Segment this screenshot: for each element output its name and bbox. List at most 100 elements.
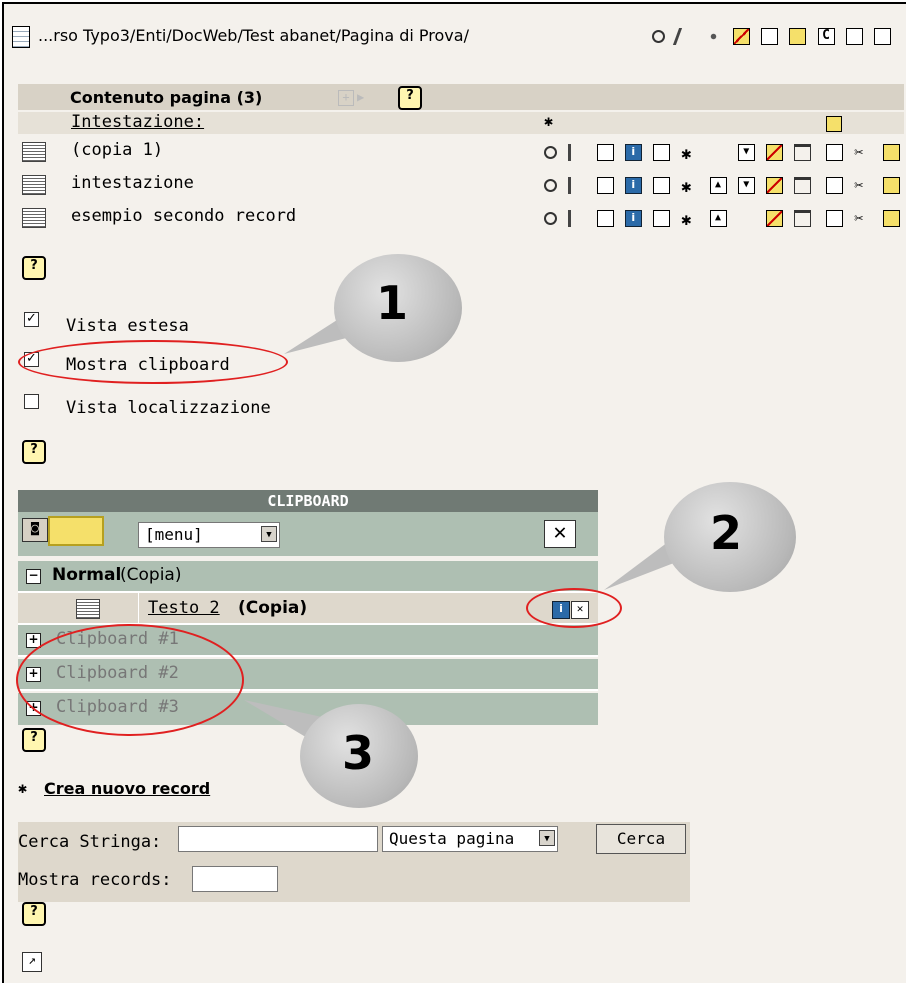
delete-icon[interactable] [794,209,812,227]
hide-icon[interactable] [766,143,783,161]
clipboard-toolbar [18,512,598,556]
copy-icon[interactable] [826,176,843,194]
paste-after-icon[interactable] [882,176,900,194]
new-record-icon[interactable]: ✱ [18,779,27,797]
clipboard-menu-select[interactable]: [menu] ▼ [138,522,280,548]
view-icon[interactable] [544,145,557,159]
move-icon[interactable] [596,209,614,227]
help-icon[interactable]: ? [398,86,422,110]
move-icon[interactable] [596,143,614,161]
paste-after-icon[interactable] [882,209,900,227]
new-record-icon[interactable]: ✱ [544,112,553,130]
clipboard-menu-value: [menu] [145,525,203,544]
edit-icon[interactable] [673,27,697,45]
record-actions-2: i ✱ ▲ ▼ [544,175,812,197]
history-icon[interactable] [653,143,670,161]
text-element-icon[interactable] [22,208,46,228]
create-record-link[interactable]: Crea nuovo record [44,779,210,798]
callout-number-2: 2 [710,506,743,560]
move-up-icon[interactable]: ▲ [709,176,727,194]
content-title: Contenuto pagina (3) [70,88,263,107]
info-icon[interactable]: i [624,176,642,194]
new-after-icon[interactable]: ✱ [681,177,698,197]
search-scope-select[interactable]: Questa pagina ▼ [382,826,558,852]
paste-after-icon[interactable] [882,143,900,161]
move-icon[interactable] [761,27,778,45]
hide-icon[interactable] [766,176,783,194]
clipboard-title: CLIPBOARD [18,490,598,512]
move-down-icon[interactable]: ▼ [737,176,755,194]
reload-icon[interactable] [874,27,891,45]
view-icon[interactable] [544,211,557,225]
edit-icon[interactable] [568,176,585,194]
edit-icon[interactable] [568,209,585,227]
info-icon[interactable]: i [624,209,642,227]
move-up-icon[interactable]: ▲ [709,209,727,227]
expand-icon[interactable]: + [338,90,354,106]
breadcrumb: ...rso Typo3/Enti/DocWeb/Test abanet/Pag… [38,26,469,45]
hide-icon[interactable] [766,209,783,227]
record-label[interactable]: intestazione [71,173,194,193]
divider [138,593,139,623]
view-icon[interactable] [652,29,665,43]
annotation-oval-3 [16,624,244,736]
clear-cache-icon[interactable]: C [817,27,835,45]
help-icon[interactable]: ? [22,256,46,280]
cut-icon[interactable]: ✂ [854,144,871,161]
sort-icon[interactable] [845,27,863,45]
record-label[interactable]: (copia 1) [71,140,163,160]
help-icon[interactable]: ? [22,440,46,464]
normal-label[interactable]: Normal [52,565,121,585]
text-element-icon[interactable] [22,142,46,162]
annotation-oval-2 [526,588,622,628]
extended-view-checkbox[interactable]: ✓ [24,312,39,327]
hide-icon[interactable] [732,27,750,45]
text-element-icon[interactable] [22,175,46,195]
localization-view-checkbox[interactable] [24,394,39,409]
clipboard-actions-3: ✂ [826,208,901,228]
move-icon[interactable] [596,176,614,194]
text-element-icon [76,599,100,619]
search-input[interactable] [178,826,378,852]
clipboard-item-title[interactable]: Testo 2 [148,598,220,618]
edit-icon[interactable] [568,143,585,161]
copy-mode-icon[interactable] [48,516,104,546]
view-icon[interactable] [544,178,557,192]
arrow-right-icon[interactable]: ▶ [357,90,364,104]
clipboard-item-row: Testo 2 (Copia) i ✕ [18,593,598,625]
history-icon[interactable] [653,176,670,194]
callout-number-1: 1 [376,276,409,330]
record-label[interactable]: esempio secondo record [71,206,296,226]
delete-icon[interactable] [794,176,812,194]
delete-icon[interactable] [794,143,812,161]
records-label: Mostra records: [18,870,172,890]
copy-icon[interactable] [826,209,843,227]
localization-view-label: Vista localizzazione [66,398,271,418]
new-icon[interactable] [704,27,722,45]
help-icon[interactable]: ? [22,728,46,752]
chevron-down-icon: ▼ [539,830,555,846]
cut-icon[interactable]: ✂ [854,177,871,194]
clipboard-actions-2: ✂ [826,175,901,195]
records-input[interactable] [192,866,278,892]
copy-icon[interactable] [826,143,843,161]
open-window-icon[interactable]: ↗ [22,952,42,972]
new-after-icon[interactable]: ✱ [681,144,698,164]
help-icon[interactable]: ? [22,902,46,926]
info-icon[interactable]: i [624,143,642,161]
clear-clipboard-button[interactable]: ✕ [544,520,576,548]
collapse-icon[interactable]: − [26,569,41,584]
normal-suffix: (Copia) [120,565,182,585]
column-header-label[interactable]: Intestazione: [71,112,204,132]
cut-icon[interactable]: ✂ [854,210,871,227]
search-button[interactable]: Cerca [596,824,686,854]
new-after-icon[interactable]: ✱ [681,210,698,230]
camera-icon[interactable]: ◙ [22,518,48,542]
paste-icon[interactable] [826,116,842,132]
clipboard-actions-1: ✂ [826,142,901,162]
clipboard-icon[interactable] [789,27,807,45]
clipboard-item-suffix: (Copia) [238,598,308,618]
history-icon[interactable] [653,209,670,227]
move-down-icon[interactable]: ▼ [737,143,755,161]
